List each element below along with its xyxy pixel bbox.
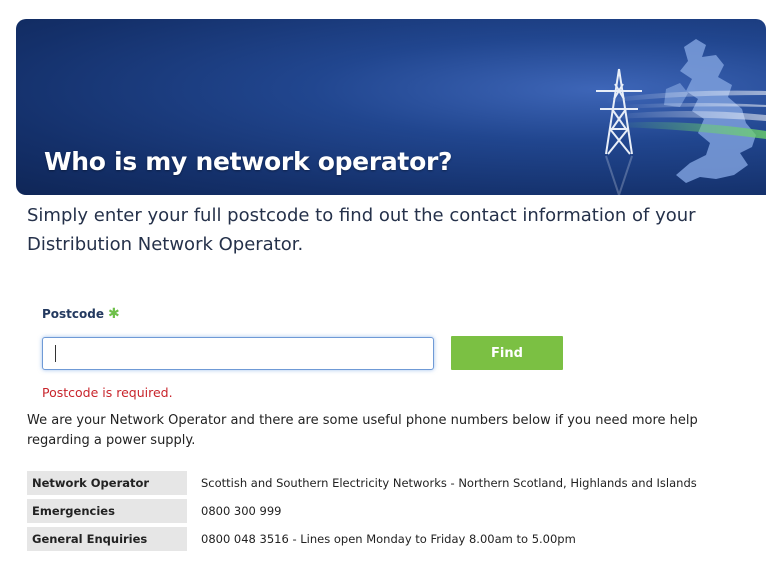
contact-table: Network Operator Scottish and Southern E…	[27, 467, 707, 555]
uk-map-icon	[664, 39, 756, 183]
pylon-icon	[596, 68, 642, 155]
postcode-label-text: Postcode	[42, 307, 105, 321]
hero-banner: Who is my network operator?	[16, 19, 766, 195]
row-value-emergencies: 0800 300 999	[187, 499, 707, 523]
table-row: Emergencies 0800 300 999	[27, 499, 707, 523]
intro-text: Simply enter your full postcode to find …	[27, 205, 696, 255]
find-button[interactable]: Find	[451, 336, 563, 370]
row-label-network-operator: Network Operator	[27, 471, 187, 495]
row-value-general-enquiries: 0800 048 3516 - Lines open Monday to Fri…	[187, 527, 707, 551]
page-title: Who is my network operator?	[44, 147, 453, 176]
text-cursor	[55, 345, 56, 362]
table-row: Network Operator Scottish and Southern E…	[27, 471, 707, 495]
postcode-label: Postcode ✱	[42, 306, 120, 322]
row-label-emergencies: Emergencies	[27, 499, 187, 523]
result-note: We are your Network Operator and there a…	[27, 413, 698, 448]
required-asterisk-icon: ✱	[108, 306, 120, 322]
postcode-error: Postcode is required.	[42, 385, 173, 400]
row-label-general-enquiries: General Enquiries	[27, 527, 187, 551]
postcode-input[interactable]	[42, 337, 434, 370]
table-row: General Enquiries 0800 048 3516 - Lines …	[27, 527, 707, 551]
row-value-network-operator: Scottish and Southern Electricity Networ…	[187, 471, 707, 495]
